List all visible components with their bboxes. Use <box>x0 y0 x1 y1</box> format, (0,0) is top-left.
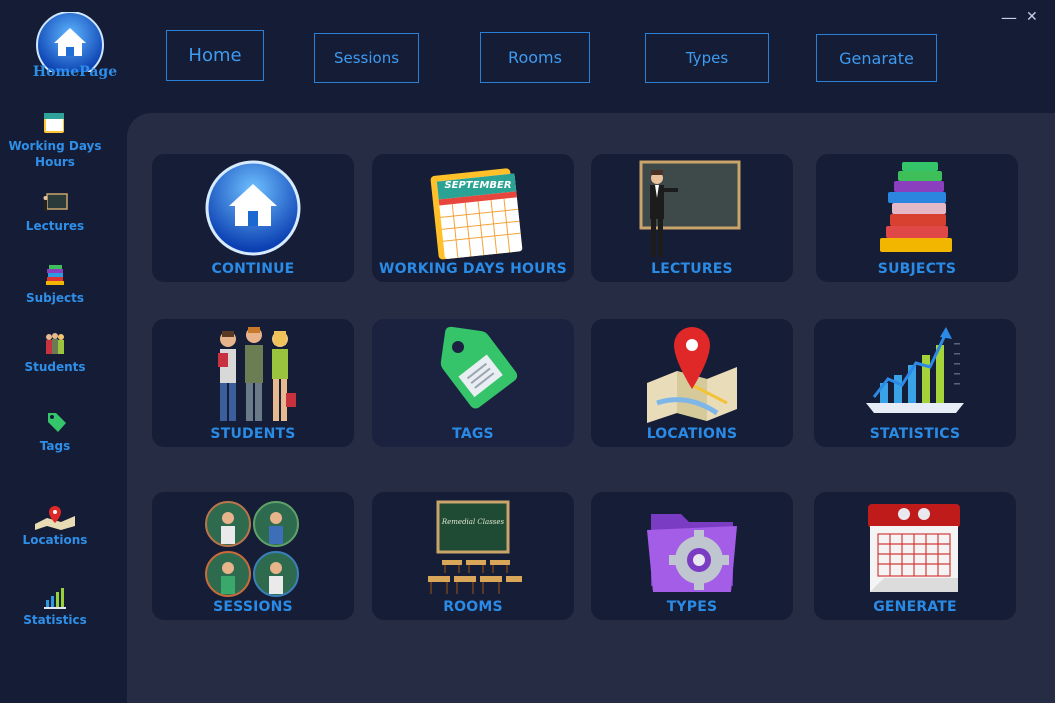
tile-label-rooms: ROOMS <box>443 599 503 615</box>
sidebar-label-lectures: Lectures <box>25 219 85 233</box>
lecturer-blackboard-icon <box>639 160 741 257</box>
classroom-icon: Remedial Classes <box>428 500 522 594</box>
statistics-chart-icon <box>866 327 964 413</box>
tile-working-days[interactable]: SEPTEMBER WORKING DAYS HOURS <box>372 154 574 282</box>
nav-rooms-button[interactable]: Rooms <box>480 32 590 83</box>
homepage-logo[interactable]: HomePage <box>30 11 120 87</box>
sidebar-item-subjects[interactable]: Subjects <box>0 262 110 306</box>
tile-generate[interactable]: GENERATE <box>814 492 1016 620</box>
tile-label-sessions: SESSIONS <box>213 599 293 615</box>
tag-icon <box>440 326 518 409</box>
tile-label-working-days: WORKING DAYS HOURS <box>379 261 567 277</box>
sidebar-label-subjects: Subjects <box>25 291 85 305</box>
calendar-icon: SEPTEMBER <box>430 168 523 260</box>
calendar-generate-icon <box>868 504 960 592</box>
sidebar-item-working-days[interactable]: Working Days Hours <box>0 110 110 170</box>
books-icon <box>46 265 64 285</box>
sidebar-item-statistics[interactable]: Statistics <box>0 586 110 628</box>
tile-sessions[interactable]: SESSIONS <box>152 492 354 620</box>
tag-icon <box>48 413 66 432</box>
tile-label-students: STUDENTS <box>210 426 296 442</box>
sidebar-label-tags: Tags <box>39 439 71 453</box>
tile-continue[interactable]: CONTINUE <box>152 154 354 282</box>
map-pin-icon <box>35 506 75 530</box>
tile-locations[interactable]: LOCATIONS <box>591 319 793 447</box>
home-icon <box>205 160 301 256</box>
nav-generate-button[interactable]: Genarate <box>816 34 937 82</box>
nav-types-button[interactable]: Types <box>645 33 769 83</box>
sidebar-label-working-days-2: Hours <box>35 155 75 169</box>
tile-label-generate: GENERATE <box>873 599 957 615</box>
tile-label-subjects: SUBJECTS <box>877 261 957 277</box>
tile-label-statistics: STATISTICS <box>869 426 961 442</box>
home-globe-icon <box>36 11 104 79</box>
tile-subjects[interactable]: SUBJECTS <box>816 154 1018 282</box>
board-text: Remedial Classes <box>441 518 505 526</box>
bar-chart-icon <box>44 588 66 609</box>
tile-statistics[interactable]: STATISTICS <box>814 319 1016 447</box>
tile-label-locations: LOCATIONS <box>646 426 738 442</box>
sidebar-item-tags[interactable]: Tags <box>0 410 110 454</box>
tile-label-continue: CONTINUE <box>211 261 295 277</box>
students-group-icon <box>218 327 296 421</box>
blackboard-icon <box>43 193 68 212</box>
folder-gear-icon <box>647 514 737 592</box>
sidebar-label-working-days-1: Working Days <box>8 139 102 153</box>
close-button[interactable]: ✕ <box>1026 9 1038 25</box>
tile-label-types: TYPES <box>666 599 718 615</box>
tile-tags[interactable]: TAGS <box>372 319 574 447</box>
nav-sessions-button[interactable]: Sessions <box>314 33 419 83</box>
students-icon <box>46 333 64 354</box>
nav-home-button[interactable]: Home <box>166 30 264 81</box>
tile-label-tags: TAGS <box>452 426 494 442</box>
sessions-teachers-icon <box>205 501 299 597</box>
tile-rooms[interactable]: Remedial Classes ROOMS <box>372 492 574 620</box>
sidebar-item-lectures[interactable]: Lectures <box>0 192 110 234</box>
minimize-button[interactable]: — <box>1001 8 1017 27</box>
tile-label-lectures: LECTURES <box>651 261 733 277</box>
tile-lectures[interactable]: LECTURES <box>591 154 793 282</box>
logo-label: HomePage <box>32 64 118 80</box>
books-icon <box>880 162 952 252</box>
sidebar-label-students: Students <box>24 360 86 374</box>
map-pin-icon <box>647 327 737 423</box>
tile-students[interactable]: STUDENTS <box>152 319 354 447</box>
calendar-month-text: SEPTEMBER <box>444 180 511 191</box>
sidebar-label-locations: Locations <box>22 533 88 547</box>
sidebar-item-students[interactable]: Students <box>0 331 110 375</box>
sidebar-item-locations[interactable]: Locations <box>0 504 110 548</box>
calendar-icon <box>44 113 64 133</box>
tile-types[interactable]: TYPES <box>591 492 793 620</box>
sidebar-label-statistics: Statistics <box>23 613 87 627</box>
